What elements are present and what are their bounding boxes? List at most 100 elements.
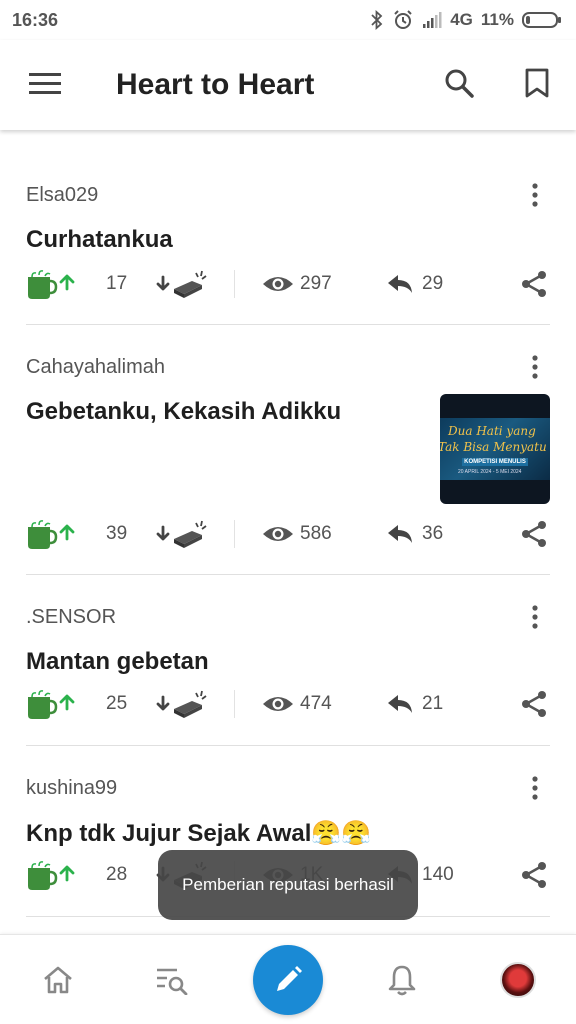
upvote-button[interactable] bbox=[26, 855, 78, 895]
status-time: 16:36 bbox=[12, 9, 59, 30]
replies-stat: 36 bbox=[386, 514, 443, 554]
thumbnail-text-1: Dua Hati yang bbox=[448, 424, 536, 438]
share-button[interactable] bbox=[520, 684, 548, 724]
thread-title[interactable]: Mantan gebetan bbox=[26, 648, 209, 676]
stats-divider bbox=[234, 270, 235, 298]
nav-notifications[interactable] bbox=[362, 935, 442, 1024]
more-vert-icon bbox=[532, 605, 538, 629]
share-button[interactable] bbox=[520, 264, 548, 304]
upvote-count-text: 39 bbox=[106, 523, 128, 544]
signal-icon bbox=[422, 11, 442, 29]
network-type: 4G bbox=[450, 10, 473, 29]
search-list-icon bbox=[157, 968, 188, 995]
share-button[interactable] bbox=[520, 855, 548, 895]
thread-author[interactable]: Elsa029 bbox=[26, 184, 98, 207]
bookmark-button[interactable] bbox=[498, 40, 576, 130]
more-vert-icon bbox=[532, 355, 538, 379]
thread-author[interactable]: Cahayahalimah bbox=[26, 356, 165, 379]
bell-icon bbox=[388, 965, 416, 996]
thumbnail-text-2: Tak Bisa Menyatu bbox=[440, 440, 547, 454]
thread-stats: 39 586 36 bbox=[26, 514, 550, 554]
page-title: Heart to Heart bbox=[116, 68, 315, 101]
more-options-button[interactable] bbox=[520, 352, 550, 382]
menu-button[interactable] bbox=[0, 40, 90, 130]
upvote-count-text: 28 bbox=[106, 864, 128, 885]
alarm-icon bbox=[392, 9, 414, 31]
more-options-button[interactable] bbox=[520, 773, 550, 803]
reply-icon bbox=[388, 525, 412, 543]
upvote-count-text: 25 bbox=[106, 693, 128, 714]
eye-icon bbox=[263, 697, 293, 711]
thumbnail-image: Dua Hati yang Tak Bisa Menyatu KOMPETISI… bbox=[440, 418, 550, 480]
bottom-navigation bbox=[0, 934, 576, 1024]
avatar bbox=[500, 962, 536, 998]
views-stat: 297 bbox=[262, 264, 332, 304]
divider bbox=[26, 574, 550, 575]
more-options-button[interactable] bbox=[520, 602, 550, 632]
nav-explore[interactable] bbox=[132, 935, 212, 1024]
thread-stats: 17 297 29 bbox=[26, 264, 550, 304]
reply-icon bbox=[388, 695, 412, 713]
downvote-button[interactable] bbox=[156, 514, 210, 554]
thread-author[interactable]: kushina99 bbox=[26, 777, 117, 800]
views-count: 297 bbox=[300, 273, 332, 294]
thread-stats: 25 474 21 bbox=[26, 684, 550, 724]
thumbnail-banner: KOMPETISI MENULIS bbox=[462, 458, 528, 466]
views-count: 474 bbox=[300, 693, 332, 714]
upvote-button[interactable] bbox=[26, 264, 78, 304]
search-button[interactable] bbox=[420, 40, 498, 130]
bata-downvote-icon bbox=[156, 520, 207, 548]
downvote-button[interactable] bbox=[156, 264, 210, 304]
cendol-upvote-icon bbox=[28, 690, 75, 719]
more-vert-icon bbox=[532, 183, 538, 207]
cendol-upvote-icon bbox=[28, 270, 75, 299]
nav-profile[interactable] bbox=[478, 935, 558, 1024]
eye-icon bbox=[263, 527, 293, 541]
cendol-upvote-icon bbox=[28, 861, 75, 890]
thread-title[interactable]: Gebetanku, Kekasih Adikku bbox=[26, 398, 341, 426]
downvote-button[interactable] bbox=[156, 684, 210, 724]
thread-title[interactable]: Knp tdk Jujur Sejak Awal😤😤 bbox=[26, 819, 371, 848]
thread-card[interactable]: Cahayahalimah Gebetanku, Kekasih Adikku … bbox=[26, 352, 550, 562]
more-vert-icon bbox=[532, 776, 538, 800]
battery-percent: 11% bbox=[480, 10, 514, 29]
upvote-count: 28 bbox=[106, 855, 127, 895]
thread-card[interactable]: .SENSOR Mantan gebetan 25 474 21 bbox=[26, 602, 550, 742]
app-bar: Heart to Heart bbox=[0, 40, 576, 130]
upvote-button[interactable] bbox=[26, 684, 78, 724]
eye-icon bbox=[263, 277, 293, 291]
share-icon bbox=[522, 521, 546, 547]
thread-author[interactable]: .SENSOR bbox=[26, 606, 116, 629]
toast-message: Pemberian reputasi berhasil bbox=[158, 850, 418, 920]
divider bbox=[26, 324, 550, 325]
upvote-count-text: 17 bbox=[106, 273, 128, 294]
replies-stat: 29 bbox=[386, 264, 443, 304]
thread-title[interactable]: Curhatankua bbox=[26, 226, 173, 254]
share-icon bbox=[522, 862, 546, 888]
replies-count: 29 bbox=[422, 273, 444, 294]
nav-home[interactable] bbox=[18, 935, 98, 1024]
replies-count: 140 bbox=[422, 864, 454, 885]
bata-downvote-icon bbox=[156, 270, 207, 298]
replies-count: 36 bbox=[422, 523, 444, 544]
stats-divider bbox=[234, 520, 235, 548]
upvote-button[interactable] bbox=[26, 514, 78, 554]
views-stat: 586 bbox=[262, 514, 332, 554]
replies-stat: 21 bbox=[386, 684, 443, 724]
stats-divider bbox=[234, 690, 235, 718]
status-bar: 16:36 4G 11% bbox=[0, 0, 576, 40]
thread-thumbnail[interactable]: Dua Hati yang Tak Bisa Menyatu KOMPETISI… bbox=[440, 394, 550, 504]
upvote-count: 39 bbox=[106, 514, 127, 554]
share-button[interactable] bbox=[520, 514, 548, 554]
create-thread-button[interactable] bbox=[253, 945, 323, 1015]
status-icons: 4G 11% bbox=[370, 9, 562, 31]
more-options-button[interactable] bbox=[520, 180, 550, 210]
views-count: 586 bbox=[300, 523, 332, 544]
upvote-count: 25 bbox=[106, 684, 127, 724]
bookmark-icon bbox=[525, 68, 549, 103]
bata-downvote-icon bbox=[156, 690, 207, 718]
divider bbox=[26, 745, 550, 746]
thread-card[interactable]: Elsa029 Curhatankua 17 297 29 bbox=[26, 180, 550, 330]
reply-icon bbox=[388, 275, 412, 293]
views-stat: 474 bbox=[262, 684, 332, 724]
